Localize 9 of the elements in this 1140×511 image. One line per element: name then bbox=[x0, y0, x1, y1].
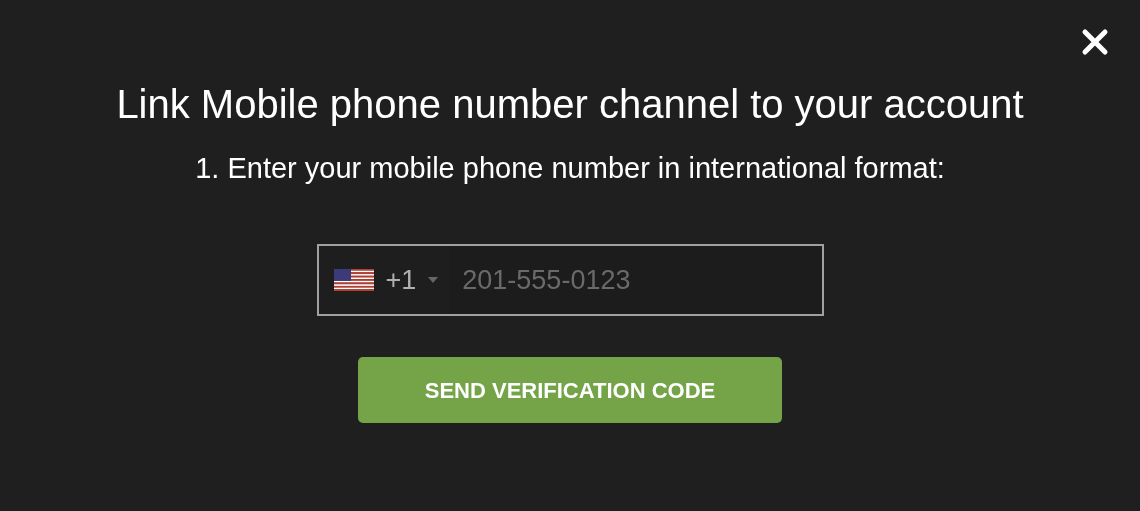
close-button[interactable] bbox=[1080, 27, 1110, 57]
dialog-title: Link Mobile phone number channel to your account bbox=[116, 81, 1024, 128]
phone-input[interactable]: 201-555-0123 bbox=[450, 246, 822, 314]
caret-icon bbox=[428, 277, 439, 283]
close-icon bbox=[1081, 28, 1109, 56]
instruction-text: 1. Enter your mobile phone number in international format: bbox=[195, 151, 945, 186]
phone-input-field[interactable]: +1 201-555-0123 bbox=[316, 244, 824, 316]
flag-icon bbox=[333, 269, 374, 291]
dial-code: +1 bbox=[385, 263, 417, 297]
